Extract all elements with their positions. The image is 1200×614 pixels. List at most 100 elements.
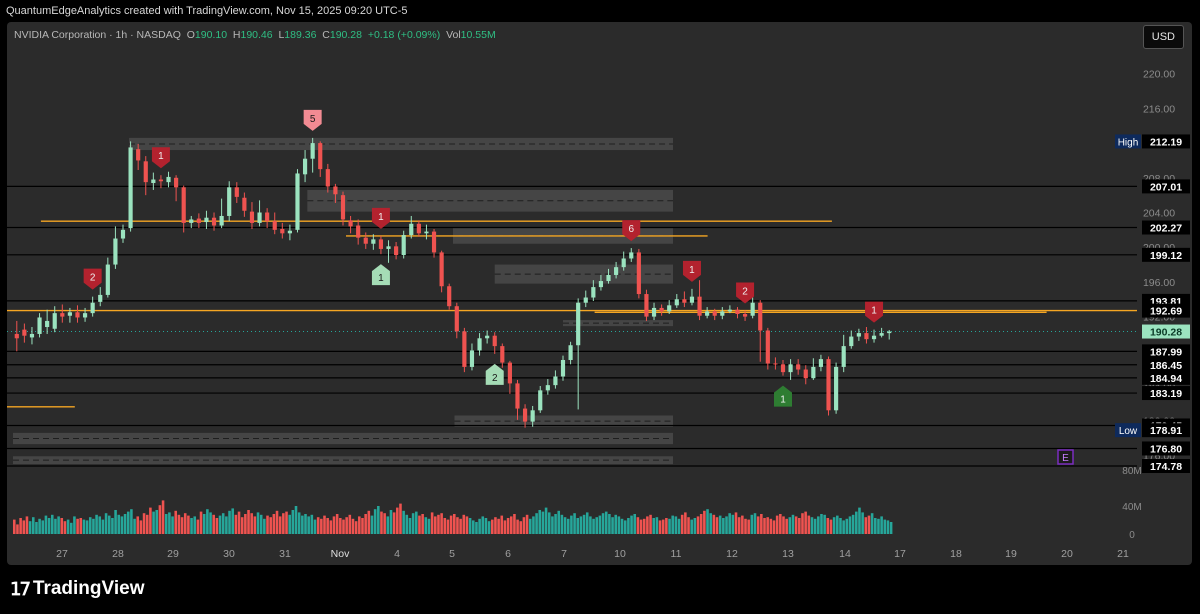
candle[interactable] [401,230,406,259]
candle[interactable] [636,248,641,299]
candle[interactable] [849,330,854,349]
candle[interactable] [90,296,95,317]
candle[interactable] [788,359,793,380]
candle[interactable] [249,202,255,229]
candle[interactable] [462,327,467,373]
candle[interactable] [37,313,42,338]
candle[interactable] [507,360,512,394]
candle[interactable] [705,307,710,319]
candle[interactable] [780,359,786,376]
candle[interactable] [29,327,35,345]
candle[interactable] [538,386,543,413]
candle[interactable] [485,330,490,344]
candle[interactable] [492,332,497,354]
candle[interactable] [629,248,634,262]
candle[interactable] [356,219,361,245]
candle[interactable] [674,294,679,308]
candle[interactable] [318,141,323,177]
candle[interactable] [796,359,801,375]
candle[interactable] [834,362,839,414]
candle[interactable] [553,370,558,389]
candle[interactable] [811,358,816,380]
sequence-badge[interactable]: 1 [682,260,701,282]
candle[interactable] [105,257,110,298]
candle[interactable] [219,198,224,229]
candle[interactable] [272,212,277,235]
candle[interactable] [735,307,740,319]
candle[interactable] [644,289,649,321]
candle[interactable] [765,327,770,370]
candle[interactable] [856,328,861,341]
candle[interactable] [758,300,763,362]
candle[interactable] [515,379,520,420]
candle[interactable] [583,290,588,308]
candle[interactable] [545,379,550,395]
candle[interactable] [310,137,315,173]
candle[interactable] [773,357,778,370]
candle[interactable] [568,341,573,365]
candle[interactable] [22,323,27,343]
candle[interactable] [174,175,179,202]
candle[interactable] [439,250,444,293]
candle[interactable] [818,354,824,372]
candle[interactable] [378,235,384,255]
sequence-badge[interactable]: 1 [371,207,390,229]
candle[interactable] [60,304,65,323]
candle[interactable] [242,192,247,217]
candle[interactable] [265,208,270,229]
candle[interactable] [826,356,831,416]
candle[interactable] [227,181,232,222]
candle[interactable] [469,343,475,371]
candle[interactable] [689,288,695,306]
candle[interactable] [500,343,505,368]
candle[interactable] [424,224,429,240]
candle[interactable] [409,215,414,239]
sequence-badge[interactable]: 2 [485,363,504,385]
chart-panel[interactable]: NVIDIA Corporation · 1h · NASDAQ O190.10… [7,22,1192,565]
candle[interactable] [386,240,391,263]
candle[interactable] [651,302,657,321]
candle[interactable] [151,172,156,190]
candle[interactable] [196,213,201,229]
candle[interactable] [98,287,103,307]
candle[interactable] [128,141,133,232]
sequence-badge[interactable]: 1 [371,264,390,286]
earnings-marker[interactable]: E [1057,449,1074,465]
candle[interactable] [204,210,209,229]
candle[interactable] [189,215,194,229]
candle[interactable] [257,200,262,227]
candle[interactable] [394,241,399,260]
candle[interactable] [75,305,80,323]
candle[interactable] [879,327,884,338]
candle[interactable] [697,280,702,321]
candle[interactable] [166,171,171,188]
candle[interactable] [720,307,725,320]
sequence-badge[interactable]: 1 [151,147,170,169]
candle[interactable] [560,355,566,381]
candle[interactable] [841,334,846,373]
price-chart[interactable]: 51216121121E 220.00216.00212.00208.00204… [7,22,1192,565]
candle[interactable] [340,191,346,226]
candle[interactable] [348,215,353,234]
candle[interactable] [143,156,148,196]
sequence-badge[interactable]: 1 [865,301,884,323]
candle[interactable] [45,309,50,334]
candle[interactable] [431,228,437,258]
sequence-badge[interactable]: 2 [83,268,102,290]
candle[interactable] [113,226,118,269]
sequence-badge[interactable]: 5 [303,109,322,131]
candle[interactable] [234,182,239,203]
candle[interactable] [803,365,808,385]
candle[interactable] [477,333,482,356]
sequence-badge[interactable]: 1 [774,385,792,407]
candle[interactable] [416,220,421,237]
candle[interactable] [295,169,300,233]
candle[interactable] [181,185,186,233]
candle[interactable] [447,283,452,310]
candle[interactable] [454,302,459,339]
candle[interactable] [864,327,869,344]
candle[interactable] [302,150,308,183]
candle[interactable] [659,304,664,316]
currency-button[interactable]: USD [1142,25,1184,49]
candle[interactable] [363,232,368,249]
